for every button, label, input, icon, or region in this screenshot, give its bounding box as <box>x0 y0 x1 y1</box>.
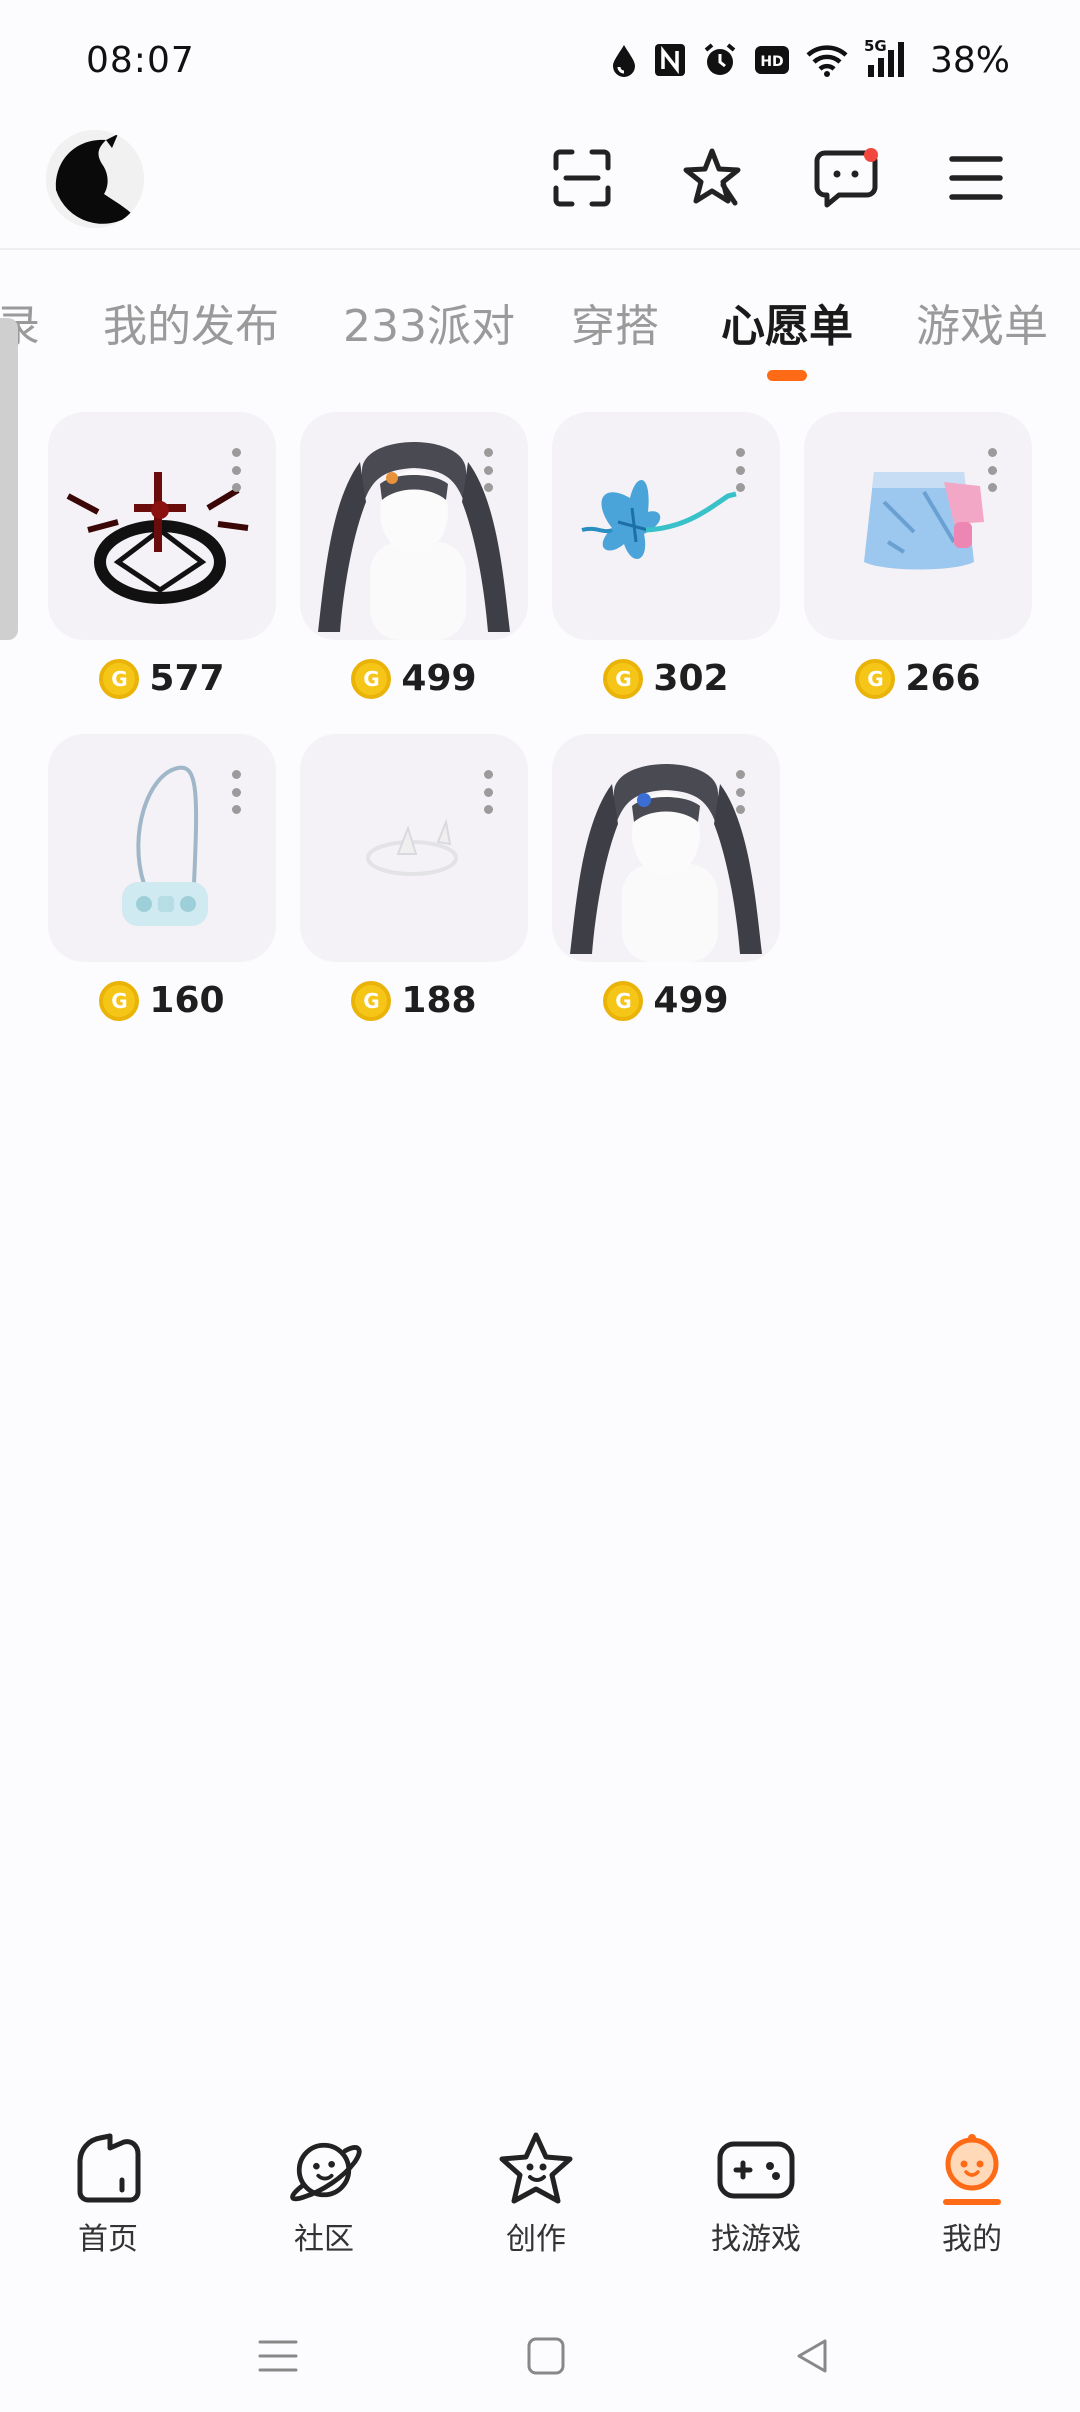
more-options-icon[interactable] <box>482 770 494 814</box>
gamepad-icon <box>716 2130 796 2210</box>
tab-outfits[interactable]: 穿搭 <box>571 290 659 354</box>
nav-label: 首页 <box>78 2222 138 2257</box>
nav-community[interactable]: 社区 <box>244 2130 404 2260</box>
status-bar: 08:07 HD 5G 38% <box>0 0 1080 120</box>
message-icon[interactable] <box>810 142 882 214</box>
item-price: G 499 <box>300 658 528 699</box>
item-thumbnail <box>804 412 1032 640</box>
nav-home[interactable]: 首页 <box>28 2130 188 2260</box>
active-tab-indicator <box>767 370 807 381</box>
wishlist-item[interactable]: G 577 <box>48 412 276 712</box>
coin-icon: G <box>99 658 140 699</box>
more-options-icon[interactable] <box>230 770 242 814</box>
alarm-icon <box>704 43 736 75</box>
wifi-icon <box>806 45 848 77</box>
coin-icon: G <box>855 658 896 699</box>
blue-butterfly-item-icon <box>581 479 737 559</box>
price-value: 577 <box>149 658 225 699</box>
price-value: 499 <box>653 980 729 1021</box>
more-options-icon[interactable] <box>986 448 998 492</box>
battery-level: 38% <box>929 39 1010 81</box>
price-value: 188 <box>401 980 477 1021</box>
item-thumbnail <box>552 734 780 962</box>
wishlist-item[interactable]: G 188 <box>300 734 528 1034</box>
status-time: 08:07 <box>86 39 195 81</box>
wishlist-item[interactable]: G 499 <box>300 412 528 712</box>
price-value: 302 <box>653 658 729 699</box>
star-face-icon <box>496 2130 576 2210</box>
planet-icon <box>284 2130 364 2210</box>
price-value: 499 <box>401 658 477 699</box>
wishlist-item[interactable]: G 160 <box>48 734 276 1034</box>
item-thumbnail <box>552 412 780 640</box>
hd-icon: HD <box>754 46 789 74</box>
more-options-icon[interactable] <box>734 448 746 492</box>
coin-icon: G <box>351 980 392 1021</box>
tab-game-list[interactable]: 游戏单 <box>916 290 1048 354</box>
svg-text:HD: HD <box>760 54 783 70</box>
price-value: 160 <box>149 980 225 1021</box>
signal-icon: 5G <box>864 37 910 79</box>
twin-tail-hair-item-icon <box>318 442 510 640</box>
status-icons: HD 5G 38% <box>610 37 1010 81</box>
coin-icon: G <box>603 658 644 699</box>
more-options-icon[interactable] <box>734 770 746 814</box>
profile-icon <box>932 2130 1012 2210</box>
coin-icon: G <box>99 980 140 1021</box>
nav-label: 社区 <box>294 2222 354 2257</box>
star-icon[interactable] <box>676 142 748 214</box>
item-price: G 577 <box>48 658 276 699</box>
notification-dot <box>864 148 878 162</box>
twin-tail-hair-blue-clip-item-icon <box>570 764 762 962</box>
avatar-silhouette-icon <box>46 130 144 228</box>
nav-label: 创作 <box>506 2222 566 2257</box>
nav-label: 我的 <box>942 2222 1002 2257</box>
scan-icon[interactable] <box>546 142 618 214</box>
nav-create[interactable]: 创作 <box>456 2130 616 2260</box>
item-price: G 499 <box>552 980 780 1021</box>
top-header <box>0 124 1080 250</box>
dark-circle-item-icon <box>66 472 249 604</box>
menu-icon[interactable] <box>940 142 1012 214</box>
handheld-bag-item-icon <box>122 765 208 926</box>
wishlist-item[interactable]: G 266 <box>804 412 1032 712</box>
item-thumbnail <box>48 412 276 640</box>
side-drawer-handle[interactable] <box>0 318 18 640</box>
price-value: 266 <box>905 658 981 699</box>
nav-find-games[interactable]: 找游戏 <box>676 2130 836 2260</box>
avatar[interactable] <box>46 130 144 228</box>
item-thumbnail <box>300 412 528 640</box>
back-icon[interactable] <box>782 2326 842 2386</box>
item-thumbnail <box>300 734 528 962</box>
more-options-icon[interactable] <box>230 448 242 492</box>
more-options-icon[interactable] <box>482 448 494 492</box>
item-price: G 266 <box>804 658 1032 699</box>
nav-me[interactable]: 我的 <box>892 2130 1052 2260</box>
home-button-icon[interactable] <box>516 2326 576 2386</box>
nav-label: 找游戏 <box>711 2222 801 2257</box>
recent-apps-icon[interactable] <box>248 2326 308 2386</box>
denim-skirt-item-icon <box>864 472 984 570</box>
tab-233-party[interactable]: 233派对 <box>343 290 515 354</box>
profile-tabs: 录 我的发布 233派对 穿搭 心愿单 游戏单 <box>0 250 1080 390</box>
tab-wishlist[interactable]: 心愿单 <box>721 290 853 354</box>
item-price: G 302 <box>552 658 780 699</box>
system-nav-bar <box>0 2300 1080 2412</box>
white-accessory-item-icon <box>366 818 458 876</box>
wishlist-item[interactable]: G 499 <box>552 734 780 1034</box>
drop-icon <box>612 45 635 77</box>
tab-my-posts[interactable]: 我的发布 <box>103 290 279 354</box>
home-icon <box>68 2130 148 2210</box>
item-price: G 188 <box>300 980 528 1021</box>
wishlist-item[interactable]: G 302 <box>552 412 780 712</box>
item-price: G 160 <box>48 980 276 1021</box>
item-thumbnail <box>48 734 276 962</box>
coin-icon: G <box>603 980 644 1021</box>
nfc-icon <box>654 44 685 76</box>
coin-icon: G <box>351 658 392 699</box>
bottom-nav: 首页 社区 创作 找游戏 我的 <box>0 2110 1080 2260</box>
